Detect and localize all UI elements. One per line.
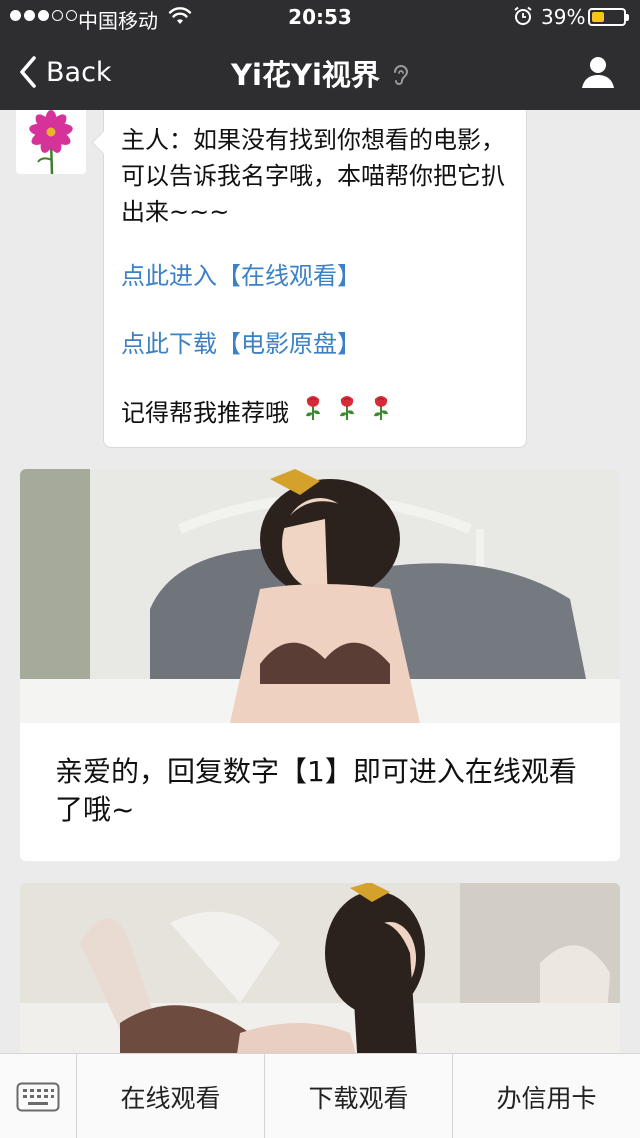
article-card[interactable]: 亲爱的，回复数字【1】即可进入在线观看了哦~ — [20, 469, 620, 861]
card-caption: 亲爱的，回复数字【1】即可进入在线观看了哦~ — [55, 755, 577, 826]
bottom-menu: 在线观看 下载观看 办信用卡 — [0, 1053, 640, 1138]
battery-percent: 39% — [541, 5, 586, 29]
navigation-bar: Back Yi花Yi视界 — [0, 36, 640, 110]
reminder-text: 记得帮我推荐哦 — [121, 399, 289, 427]
pink-flower-avatar[interactable] — [16, 110, 86, 174]
online-watch-link[interactable]: 点此进入【在线观看】 — [121, 258, 361, 294]
person-icon[interactable] — [578, 52, 618, 92]
flower-icon — [29, 110, 73, 174]
article-card[interactable] — [20, 883, 620, 1053]
rose-icons — [289, 395, 391, 431]
woman-photo-on-bed — [20, 469, 620, 723]
status-bar: 中国移动 20:53 39% — [0, 0, 640, 36]
battery-icon — [588, 8, 629, 26]
menu-download-watch[interactable]: 下载观看 — [264, 1054, 452, 1138]
chat-screen: 中国移动 20:53 39% Back Yi花Yi视界 主人：如果没有找到你想看… — [0, 0, 640, 1138]
page-title: Yi花Yi视界 — [231, 58, 380, 92]
rose-icon — [340, 396, 354, 420]
download-link[interactable]: 点此下载【电影原盘】 — [121, 326, 361, 362]
battery-level-fill — [592, 12, 604, 22]
nav-title-wrap: Yi花Yi视界 — [0, 52, 640, 94]
reminder-line: 记得帮我推荐哦 — [121, 395, 391, 431]
chat-area[interactable]: 主人：如果没有找到你想看的电影，可以告诉我名字哦，本喵帮你把它扒出来~~~ 点此… — [0, 110, 640, 1053]
menu-credit-card[interactable]: 办信用卡 — [452, 1054, 640, 1138]
top-bar: 中国移动 20:53 39% Back Yi花Yi视界 — [0, 0, 640, 110]
keyboard-toggle-button[interactable] — [0, 1054, 76, 1138]
ear-icon — [393, 65, 408, 85]
menu-online-watch[interactable]: 在线观看 — [76, 1054, 264, 1138]
woman-photo-lying-on-bed — [20, 883, 620, 1053]
keyboard-icon — [16, 1082, 60, 1111]
rose-icon — [374, 396, 388, 420]
alarm-icon — [514, 6, 532, 25]
message-bubble: 主人：如果没有找到你想看的电影，可以告诉我名字哦，本喵帮你把它扒出来~~~ 点此… — [103, 110, 527, 448]
rose-icon — [306, 396, 320, 420]
message-intro: 主人：如果没有找到你想看的电影，可以告诉我名字哦，本喵帮你把它扒出来~~~ — [121, 126, 505, 226]
